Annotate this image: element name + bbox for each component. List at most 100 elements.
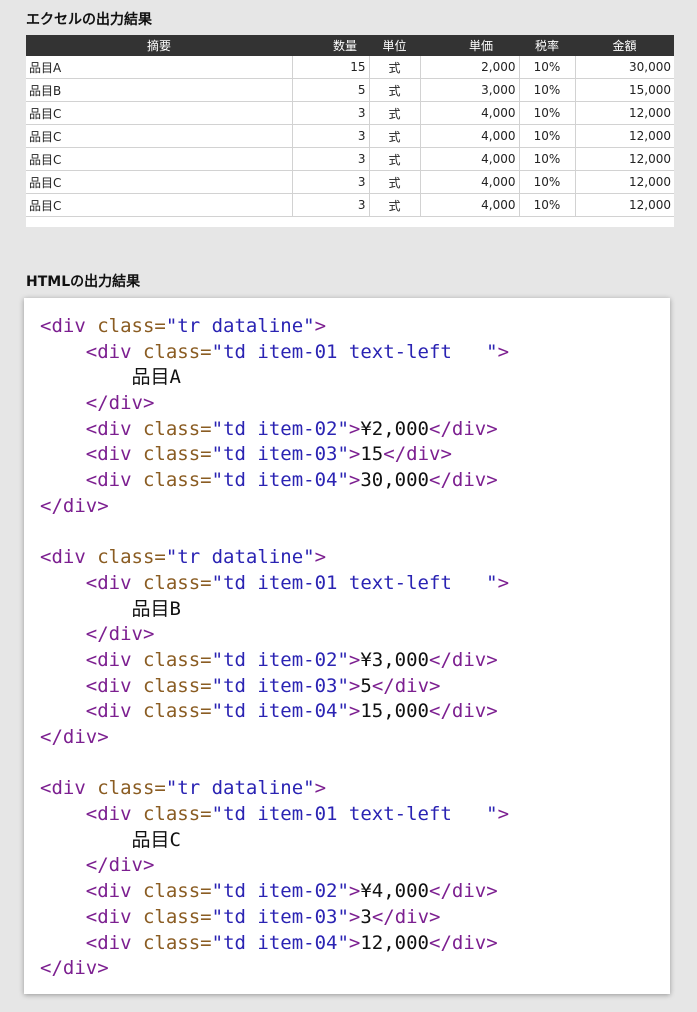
code-tag: <div: [85, 803, 132, 826]
table-cell: 12,000: [575, 193, 674, 217]
table-cell: 10%: [519, 124, 576, 148]
code-string: "td item-03": [211, 905, 349, 928]
code-tag: <div: [85, 648, 132, 671]
code-tag: <div: [85, 571, 132, 594]
code-line: <div class="td item-01 text-left ">: [40, 340, 509, 366]
code-tag: </div>: [85, 623, 155, 646]
code-line: 品目C: [40, 828, 509, 854]
code-tag: <div: [85, 880, 132, 903]
code-tag: >: [348, 417, 361, 440]
code-text: 5: [360, 674, 372, 697]
code-line: <div class="tr dataline">: [40, 776, 509, 802]
code-tag: <div: [85, 931, 132, 954]
table-cell: 品目C: [26, 124, 293, 148]
table-cell: 10%: [519, 193, 576, 217]
code-tag: <div: [85, 674, 132, 697]
column-header: 単価: [420, 35, 519, 56]
column-header: 金額: [575, 35, 674, 56]
code-attr: class=: [142, 443, 212, 466]
table-cell: 品目C: [26, 193, 293, 217]
column-header: 税率: [519, 35, 575, 56]
code-string: "td item-02": [211, 880, 349, 903]
code-tag: >: [348, 648, 361, 671]
table-cell: 品目A: [26, 56, 293, 79]
code-string: "tr dataline": [165, 546, 315, 569]
code-text: 品目C: [131, 828, 181, 851]
excel-output-title: エクセルの出力結果: [26, 12, 152, 28]
code-attr: class=: [142, 803, 212, 826]
code-line: <div class="td item-03">5</div>: [40, 674, 509, 700]
code-attr: class=: [142, 417, 212, 440]
code-tag: </div>: [429, 417, 498, 440]
code-attr: class=: [142, 700, 212, 723]
code-tag: <div: [40, 546, 86, 569]
table-row: 品目C 3 式 4,000 10% 12,000: [26, 147, 674, 171]
code-line: </div>: [40, 725, 509, 751]
table-cell: 4,000: [420, 147, 520, 171]
table-cell: 15,000: [575, 78, 674, 102]
code-attr: class=: [142, 931, 212, 954]
code-text: ¥4,000: [360, 880, 429, 903]
table-cell: 品目C: [26, 147, 293, 171]
code-tag: >: [314, 777, 327, 800]
table-cell: 2,000: [420, 56, 520, 79]
code-attr: class=: [97, 315, 166, 337]
code-line: </div>: [40, 956, 509, 982]
code-line: <div class="td item-02">¥4,000</div>: [40, 879, 509, 905]
table-row: 品目C 3 式 4,000 10% 12,000: [26, 170, 674, 194]
column-header: 数量: [292, 35, 369, 56]
table-cell: 式: [369, 147, 421, 171]
column-header: 単位: [369, 35, 420, 56]
code-tag: </div>: [383, 443, 452, 466]
code-string: "td item-02": [211, 417, 349, 440]
code-line: <div class="td item-04">15,000</div>: [40, 699, 509, 725]
code-line: <div class="td item-03">15</div>: [40, 442, 509, 468]
code-tag: <div: [40, 777, 86, 800]
table-cell: 3: [292, 124, 370, 148]
code-string: "td item-01 text-left ": [211, 340, 498, 363]
code-tag: <div: [85, 905, 132, 928]
table-cell: 4,000: [420, 170, 520, 194]
code-text: ¥2,000: [360, 417, 429, 440]
code-tag: >: [348, 880, 361, 903]
code-tag: </div>: [85, 392, 155, 415]
table-cell: 30,000: [575, 56, 674, 79]
html-output-title: HTMLの出力結果: [26, 274, 141, 290]
table-cell: 式: [369, 56, 421, 79]
code-tag: >: [497, 340, 510, 363]
code-tag: >: [348, 931, 361, 954]
table-cell: 3: [292, 193, 370, 217]
code-text: 品目A: [131, 366, 181, 389]
table-cell: 4,000: [420, 124, 520, 148]
code-string: "td item-04": [211, 700, 349, 723]
table-cell: 品目C: [26, 170, 293, 194]
table-cell: 12,000: [575, 147, 674, 171]
excel-table-panel: 摘要 数量 単位 単価 税率 金額 品目A 15 式 2,000 10% 30,000 品目…: [26, 35, 674, 227]
code-tag: <div: [85, 340, 132, 363]
code-line: <div class="td item-01 text-left ">: [40, 571, 509, 597]
code-tag: <div: [85, 469, 132, 492]
code-attr: class=: [142, 880, 212, 903]
code-line: <div class="td item-02">¥3,000</div>: [40, 648, 509, 674]
table-cell: 式: [369, 124, 421, 148]
code-tag: >: [497, 571, 510, 594]
code-line: <div class="td item-03">3</div>: [40, 905, 509, 931]
code-attr: class=: [97, 777, 166, 800]
table-row: 品目A 15 式 2,000 10% 30,000: [26, 56, 674, 79]
code-tag: >: [314, 315, 327, 337]
code-tag: </div>: [429, 700, 498, 723]
table-cell: 10%: [519, 170, 576, 194]
code-attr: class=: [142, 469, 212, 492]
table-cell: 10%: [519, 78, 576, 102]
code-attr: class=: [142, 905, 212, 928]
excel-table: 摘要 数量 単位 単価 税率 金額 品目A 15 式 2,000 10% 30,000 品目…: [26, 35, 674, 217]
table-cell: 10%: [519, 101, 576, 125]
code-tag: </div>: [85, 854, 155, 877]
code-line: </div>: [40, 853, 509, 879]
code-tag: </div>: [429, 469, 498, 492]
table-cell: 3: [292, 170, 370, 194]
table-row: 品目B 5 式 3,000 10% 15,000: [26, 78, 674, 102]
code-tag: </div>: [40, 494, 109, 517]
table-cell: 15: [292, 56, 370, 79]
